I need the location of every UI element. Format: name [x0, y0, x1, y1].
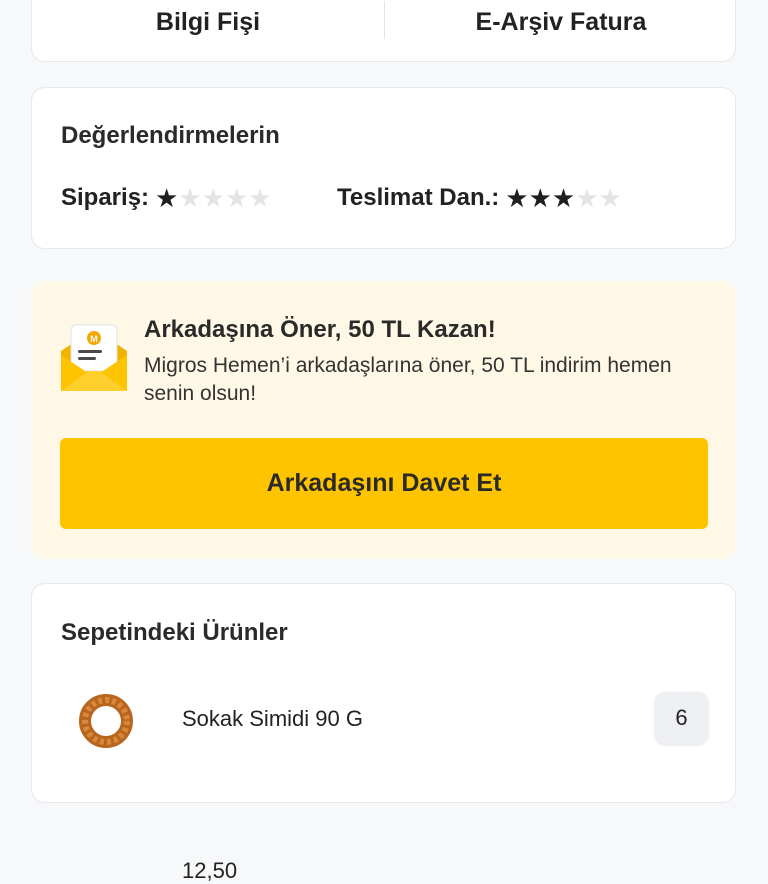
referral-title: Arkadaşına Öner, 50 TL Kazan!	[144, 316, 496, 343]
quantity-badge[interactable]: 6	[655, 692, 708, 744]
star-filled-icon: ★	[505, 182, 529, 213]
invite-friend-button[interactable]: Arkadaşını Davet Et	[60, 438, 708, 529]
bilgi-fisi-label: Bilgi Fişi	[155, 7, 261, 36]
star-empty-icon: ★	[248, 182, 272, 213]
ratings-card: Değerlendirmelerin Sipariş: ★★★★★ Teslim…	[31, 87, 736, 249]
star-filled-icon: ★	[528, 182, 552, 213]
star-empty-icon: ★	[224, 182, 249, 213]
delivery-rating-stars: ★★★★★	[505, 185, 622, 212]
star-empty-icon: ★	[575, 182, 599, 213]
svg-text:M: M	[90, 334, 98, 344]
e-arsiv-fatura-label: E-Arşiv Fatura	[475, 7, 647, 36]
order-rating-label: Sipariş:	[61, 184, 150, 211]
referral-card: M Arkadaşına Öner, 50 TL Kazan! Migros H…	[31, 281, 736, 559]
bilgi-fisi-button[interactable]: Bilgi Fişi	[32, 1, 384, 43]
product-name: Sokak Simidi 90 G	[182, 706, 363, 731]
order-rating-stars: ★★★★★	[155, 185, 272, 212]
star-empty-icon: ★	[201, 182, 225, 213]
star-empty-icon: ★	[178, 182, 202, 213]
cart-item[interactable]: Sokak Simidi 90 G 6 12,50	[32, 684, 737, 883]
star-filled-icon: ★	[155, 182, 179, 213]
star-filled-icon: ★	[551, 182, 576, 213]
delivery-rating: Teslimat Dan.: ★★★★★	[337, 184, 622, 212]
e-arsiv-fatura-button[interactable]: E-Arşiv Fatura	[385, 1, 737, 43]
simit-image	[79, 694, 133, 748]
delivery-rating-label: Teslimat Dan.:	[337, 184, 500, 211]
cart-title: Sepetindeki Ürünler	[61, 619, 288, 646]
product-price: 12,50	[182, 858, 238, 883]
order-rating: Sipariş: ★★★★★	[61, 184, 272, 212]
referral-description: Migros Hemen’i arkadaşlarına öner, 50 TL…	[144, 354, 672, 405]
ratings-title: Değerlendirmelerin	[61, 122, 280, 149]
receipt-card: Bilgi Fişi E-Arşiv Fatura	[31, 0, 736, 62]
star-empty-icon: ★	[598, 182, 622, 213]
envelope-icon: M	[61, 324, 127, 391]
cart-card: Sepetindeki Ürünler Sokak Simidi 90 G 6 …	[31, 583, 737, 883]
